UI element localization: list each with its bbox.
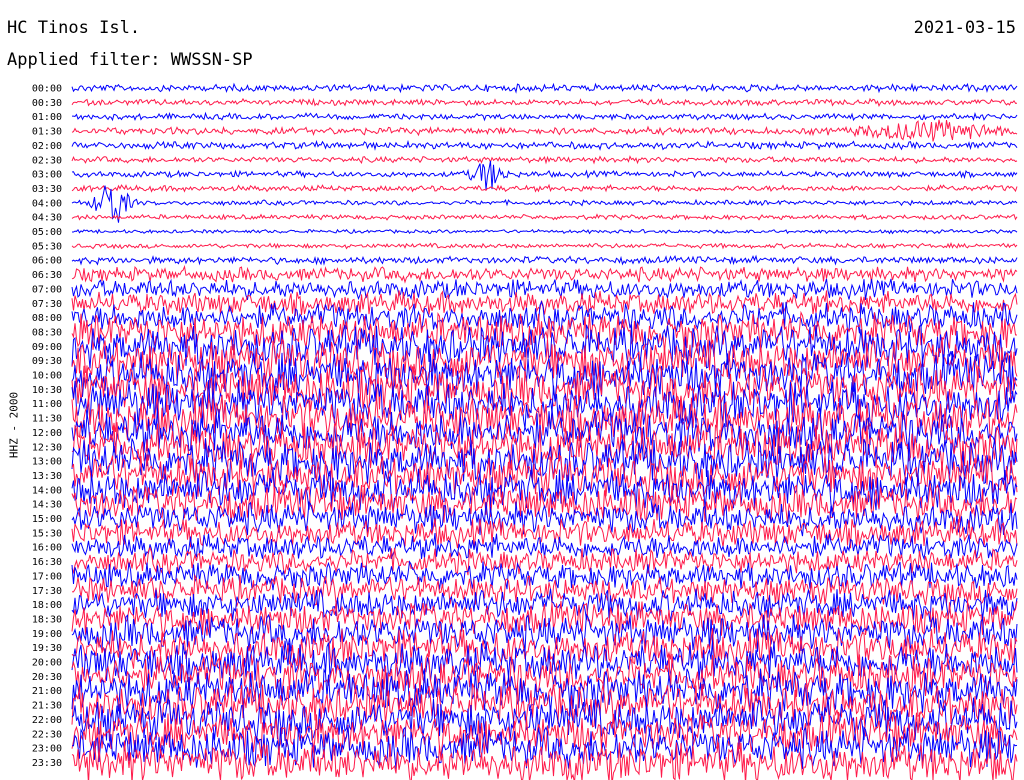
- time-label-1030: 10:30: [32, 385, 62, 396]
- trace-0630: [71, 264, 1018, 284]
- trace-0300: [71, 160, 1018, 190]
- time-label-0600: 06:00: [32, 256, 62, 267]
- time-label-0730: 07:30: [32, 299, 62, 310]
- trace-0100: [72, 111, 1018, 122]
- time-label-1100: 11:00: [32, 399, 62, 410]
- time-label-1700: 17:00: [32, 571, 62, 582]
- trace-0430: [71, 213, 1018, 221]
- time-label-0400: 04:00: [32, 198, 62, 209]
- trace-0000: [71, 82, 1018, 94]
- time-label-1930: 19:30: [32, 643, 62, 654]
- trace-0330: [71, 183, 1018, 193]
- time-label-0800: 08:00: [32, 313, 62, 324]
- time-label-2100: 21:00: [32, 686, 62, 697]
- trace-0500: [72, 228, 1018, 235]
- time-label-0300: 03:00: [32, 170, 62, 181]
- time-label-0200: 02:00: [32, 141, 62, 152]
- time-label-0330: 03:30: [32, 184, 62, 195]
- time-label-1230: 12:30: [32, 442, 62, 453]
- time-label-2330: 23:30: [32, 758, 62, 769]
- time-label-2230: 22:30: [32, 729, 62, 740]
- time-label-2300: 23:00: [32, 744, 62, 755]
- time-label-0700: 07:00: [32, 284, 62, 295]
- trace-0230: [71, 155, 1018, 165]
- time-label-1330: 13:30: [32, 471, 62, 482]
- time-label-0130: 01:30: [32, 127, 62, 138]
- time-label-0430: 04:30: [32, 213, 62, 224]
- time-label-2000: 20:00: [32, 658, 62, 669]
- time-label-1430: 14:30: [32, 500, 62, 511]
- time-label-2030: 20:30: [32, 672, 62, 683]
- trace-0600: [71, 254, 1018, 266]
- time-label-1600: 16:00: [32, 543, 62, 554]
- time-label-1800: 18:00: [32, 600, 62, 611]
- time-label-0100: 01:00: [32, 112, 62, 123]
- time-label-0900: 09:00: [32, 342, 62, 353]
- time-label-1500: 15:00: [32, 514, 62, 525]
- time-label-layer: 00:00 00:30 01:00 01:30 02:00 02:30 03:00 03:30…: [32, 84, 62, 769]
- trace-0200: [71, 139, 1018, 151]
- time-label-0930: 09:30: [32, 356, 62, 367]
- time-label-0530: 05:30: [32, 241, 62, 252]
- time-label-0230: 02:30: [32, 155, 62, 166]
- time-label-2130: 21:30: [32, 701, 62, 712]
- time-label-1730: 17:30: [32, 586, 62, 597]
- time-label-1830: 18:30: [32, 614, 62, 625]
- time-label-0000: 00:00: [32, 84, 62, 95]
- seismogram-plot: 00:00 00:30 01:00 01:30 02:00 02:30 03:00 03:30…: [32, 82, 1018, 780]
- time-label-1630: 16:30: [32, 557, 62, 568]
- time-label-1300: 13:00: [32, 457, 62, 468]
- trace-0130: [71, 119, 1018, 142]
- time-label-2200: 22:00: [32, 715, 62, 726]
- time-label-0500: 05:00: [32, 227, 62, 238]
- time-label-1130: 11:30: [32, 414, 62, 425]
- time-label-0030: 00:30: [32, 98, 62, 109]
- trace-0700: [71, 278, 1018, 301]
- time-label-1900: 19:00: [32, 629, 62, 640]
- time-label-0630: 06:30: [32, 270, 62, 281]
- time-label-1000: 10:00: [32, 371, 62, 382]
- time-label-1400: 14:00: [32, 485, 62, 496]
- time-label-1530: 15:30: [32, 528, 62, 539]
- trace-1700: [71, 560, 1018, 591]
- time-label-0830: 08:30: [32, 327, 62, 338]
- trace-0530: [71, 241, 1018, 250]
- time-label-1200: 12:00: [32, 428, 62, 439]
- trace-0030: [71, 97, 1018, 107]
- trace-layer: [71, 82, 1018, 780]
